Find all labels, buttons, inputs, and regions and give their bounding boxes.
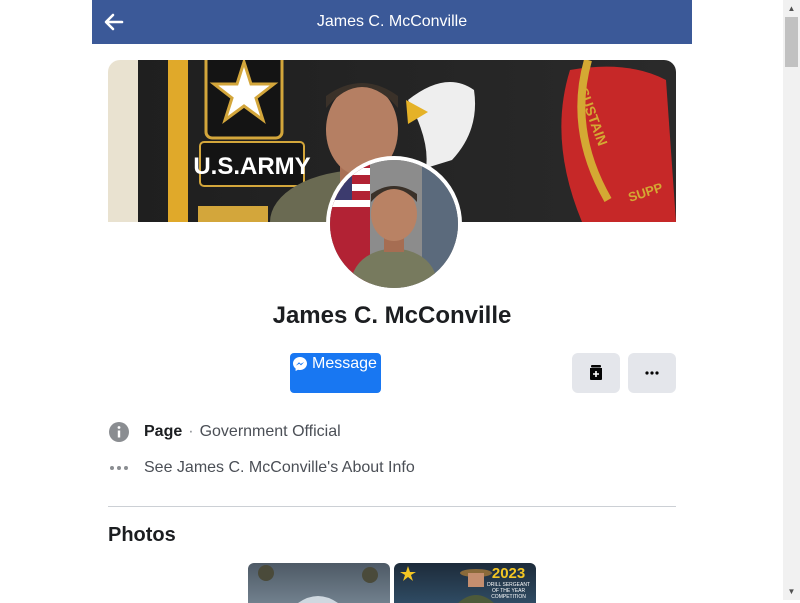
more-options-button[interactable] — [628, 353, 676, 393]
page-label: Page — [144, 423, 183, 440]
cover-army-text: U.S.ARMY — [193, 153, 310, 180]
ellipsis-icon — [108, 457, 130, 479]
info-icon — [108, 421, 130, 443]
profile-name: James C. McConville — [272, 302, 512, 329]
photo-thumbnail[interactable] — [248, 563, 390, 603]
photo-thumbnail[interactable]: 2023 DRILL SERGEANT OF THE YEAR COMPETIT… — [394, 563, 536, 603]
profile-picture[interactable] — [326, 156, 462, 292]
scroll-up-icon[interactable]: ▲ — [783, 0, 800, 17]
separator: · — [188, 423, 194, 440]
about-info-row[interactable]: See James C. McConville's About Info — [108, 457, 415, 479]
page-category: Government Official — [199, 423, 341, 440]
page-type-row: Page · Government Official — [108, 421, 341, 443]
scroll-thumb[interactable] — [785, 17, 798, 67]
save-button[interactable] — [572, 353, 620, 393]
message-button[interactable]: Message — [290, 353, 381, 393]
profile-image — [330, 160, 458, 288]
scrollbar[interactable]: ▲ ▼ — [783, 0, 800, 600]
message-button-label: Message — [312, 355, 377, 372]
profile-page: James C. McConville U.S.ARMY SUSTAIN SUP… — [92, 0, 692, 603]
scroll-down-icon[interactable]: ▼ — [783, 583, 800, 600]
photo-image — [258, 565, 378, 603]
save-icon — [590, 365, 602, 380]
page-title: James C. McConville — [316, 13, 468, 30]
back-button[interactable] — [102, 10, 126, 34]
about-info-link[interactable]: See James C. McConville's About Info — [144, 459, 415, 477]
photo-year: 2023 — [491, 565, 526, 582]
photo-overlay-text: 2023 DRILL SERGEANT OF THE YEAR COMPETIT… — [487, 565, 530, 600]
more-icon — [645, 371, 659, 375]
photo-caption-line-3: COMPETITION — [491, 594, 526, 600]
messenger-icon — [293, 357, 307, 371]
arrow-left-icon — [104, 13, 124, 31]
top-bar: James C. McConville — [92, 0, 692, 44]
divider — [108, 506, 676, 507]
photos-heading: Photos — [108, 524, 176, 546]
